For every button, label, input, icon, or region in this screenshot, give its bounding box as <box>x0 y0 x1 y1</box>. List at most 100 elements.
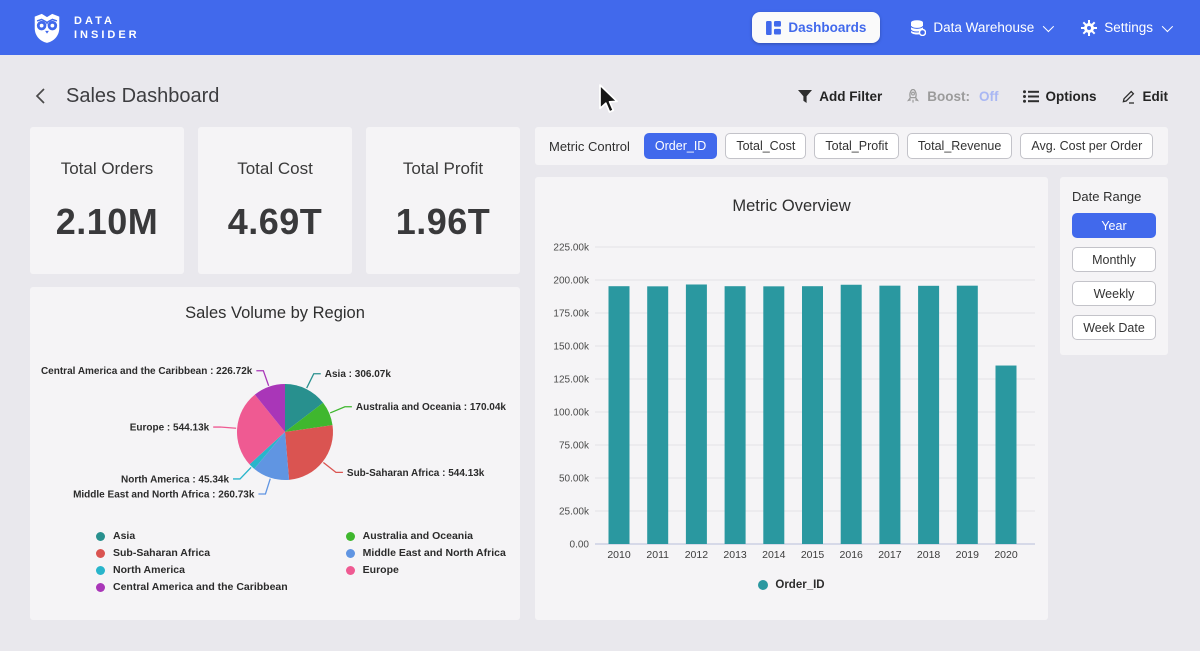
bar-2019[interactable] <box>957 286 978 544</box>
nav-settings-label: Settings <box>1104 20 1153 35</box>
pie-legend-item-australia-and-oceania[interactable]: Australia and Oceania <box>346 530 506 542</box>
pie-legend-item-north-america[interactable]: North America <box>96 564 288 576</box>
nav-settings-button[interactable]: Settings <box>1081 20 1170 36</box>
pie-legend-column-1: Asia Sub-Saharan Africa North America Centr… <box>96 530 288 593</box>
bar-2018[interactable] <box>918 286 939 544</box>
pie-callout-line <box>258 479 270 494</box>
pie-callout-label-central-america-and-the-caribbean: Central America and the Caribbean : 226.… <box>41 366 253 377</box>
legend-dot <box>346 532 355 541</box>
metric-control-label: Metric Control <box>549 139 630 154</box>
legend-label: Order_ID <box>775 579 824 591</box>
database-icon <box>910 20 926 36</box>
bar-2016[interactable] <box>841 285 862 544</box>
page-header: Sales Dashboard Add Filter Boost: Off <box>0 55 1200 121</box>
rocket-icon <box>906 89 920 104</box>
pie-legend-item-asia[interactable]: Asia <box>96 530 288 542</box>
nav-data-warehouse-button[interactable]: Data Warehouse <box>910 20 1051 36</box>
sales-volume-pie-card: Sales Volume by Region Asia : 306.07kAus… <box>30 287 520 620</box>
x-axis-tick-label: 2012 <box>685 549 709 561</box>
kpi-value: 2.10M <box>30 201 184 243</box>
gear-icon <box>1081 20 1097 36</box>
bar-2010[interactable] <box>609 286 630 544</box>
pie-legend-item-sub-saharan-africa[interactable]: Sub-Saharan Africa <box>96 547 288 559</box>
edit-label: Edit <box>1143 89 1169 104</box>
kpi-label: Total Profit <box>366 159 520 179</box>
bar-2015[interactable] <box>802 286 823 544</box>
x-axis-tick-label: 2013 <box>723 549 747 561</box>
pie-callout-line <box>330 407 352 413</box>
options-button[interactable]: Options <box>1023 89 1097 104</box>
page-title: Sales Dashboard <box>66 85 219 108</box>
nav-dashboards-label: Dashboards <box>788 20 866 35</box>
date-range-weekly-button[interactable]: Weekly <box>1072 281 1156 306</box>
legend-dot <box>96 532 105 541</box>
x-axis-tick-label: 2019 <box>956 549 980 561</box>
y-axis-tick-label: 200.00k <box>553 276 590 287</box>
legend-label: Asia <box>113 530 135 542</box>
y-axis-tick-label: 50.00k <box>559 474 590 485</box>
edit-button[interactable]: Edit <box>1121 89 1169 104</box>
pie-legend-item-europe[interactable]: Europe <box>346 564 506 576</box>
pie-legend-item-middle-east-and-north-africa[interactable]: Middle East and North Africa <box>346 547 506 559</box>
x-axis-tick-label: 2016 <box>840 549 864 561</box>
pie-callout-label-europe: Europe : 544.13k <box>130 423 210 434</box>
bar-2011[interactable] <box>647 286 668 544</box>
date-range-monthly-button[interactable]: Monthly <box>1072 247 1156 272</box>
filter-icon <box>798 90 812 103</box>
pie-callout-line <box>213 427 236 428</box>
bar-chart-legend[interactable]: Order_ID <box>535 579 1048 591</box>
chevron-down-icon <box>1043 20 1054 31</box>
bar-2012[interactable] <box>686 284 707 544</box>
brand-logo[interactable]: DATA INSIDER <box>30 11 140 45</box>
kpi-value: 1.96T <box>366 201 520 243</box>
owl-logo-icon <box>30 11 64 45</box>
date-range-year-button[interactable]: Year <box>1072 213 1156 238</box>
top-navbar: DATA INSIDER Dashboards Data Warehouse <box>0 0 1200 55</box>
chevron-down-icon <box>1162 20 1173 31</box>
legend-label: Sub-Saharan Africa <box>113 547 210 559</box>
metric-chip-order-id[interactable]: Order_ID <box>644 133 717 159</box>
y-axis-tick-label: 175.00k <box>553 309 590 320</box>
x-axis-tick-label: 2018 <box>917 549 941 561</box>
metric-chip-total-cost[interactable]: Total_Cost <box>725 133 806 159</box>
x-axis-tick-label: 2011 <box>646 549 669 561</box>
pie-legend-item-central-america-and-the-caribbean[interactable]: Central America and the Caribbean <box>96 581 288 593</box>
bar-2020[interactable] <box>996 366 1017 544</box>
pie-slice-sub-saharan-africa[interactable] <box>285 425 333 480</box>
x-axis-tick-label: 2010 <box>607 549 631 561</box>
legend-label: Middle East and North Africa <box>363 547 506 559</box>
metric-chip-total-revenue[interactable]: Total_Revenue <box>907 133 1012 159</box>
pie-callout-line <box>323 462 343 472</box>
bar-chart-title: Metric Overview <box>535 177 1048 216</box>
bar-chart-svg: 0.0025.00k50.00k75.00k100.00k125.00k150.… <box>535 227 1048 572</box>
pie-callout-line <box>256 371 268 386</box>
pie-callout-label-north-america: North America : 45.34k <box>121 474 229 485</box>
metric-overview-chart-card: Metric Overview 0.0025.00k50.00k75.00k10… <box>535 177 1048 620</box>
bar-2017[interactable] <box>879 286 900 544</box>
pie-legend-column-2: Australia and Oceania Middle East and Nor… <box>346 530 506 593</box>
date-range-week-date-button[interactable]: Week Date <box>1072 315 1156 340</box>
pie-callout-label-sub-saharan-africa: Sub-Saharan Africa : 544.13k <box>347 468 485 479</box>
pie-callout-label-asia: Asia : 306.07k <box>325 369 392 380</box>
legend-dot <box>96 549 105 558</box>
boost-toggle[interactable]: Boost: Off <box>906 89 998 104</box>
bar-2014[interactable] <box>763 286 784 544</box>
add-filter-button[interactable]: Add Filter <box>798 89 882 104</box>
kpi-label: Total Cost <box>198 159 352 179</box>
date-range-panel: Date Range Year Monthly Weekly Week Date <box>1060 177 1168 355</box>
kpi-card-total-orders: Total Orders 2.10M <box>30 127 184 274</box>
legend-label: Australia and Oceania <box>363 530 473 542</box>
pencil-icon <box>1121 89 1136 104</box>
legend-dot <box>758 580 768 590</box>
pie-callout-label-middle-east-and-north-africa: Middle East and North Africa : 260.73k <box>73 489 255 500</box>
legend-label: North America <box>113 564 185 576</box>
back-button[interactable] <box>30 85 52 107</box>
legend-dot <box>96 566 105 575</box>
bar-2013[interactable] <box>725 286 746 544</box>
metric-chip-avg-cost-per-order[interactable]: Avg. Cost per Order <box>1020 133 1153 159</box>
y-axis-tick-label: 0.00 <box>570 540 590 551</box>
metric-chip-total-profit[interactable]: Total_Profit <box>814 133 899 159</box>
boost-state: Off <box>979 89 999 104</box>
pie-legend: Asia Sub-Saharan Africa North America Centr… <box>96 530 506 593</box>
nav-dashboards-button[interactable]: Dashboards <box>752 12 880 43</box>
